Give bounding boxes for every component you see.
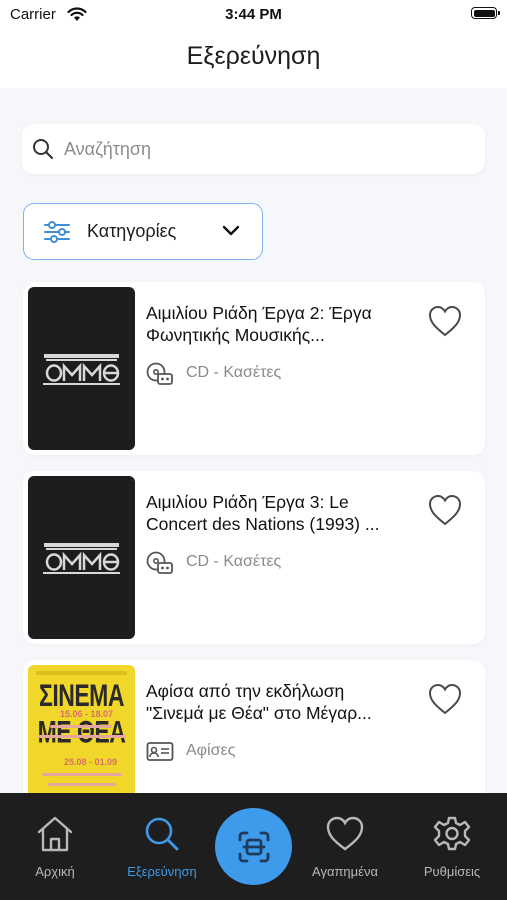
list-item[interactable]: Αιμιλίου Ριάδη Έργα 2: Έργα Φωνητικής Μο… [23,282,485,455]
tab-home[interactable]: Αρχική [5,815,105,879]
page-title: Εξερεύνηση [186,42,321,70]
item-title: Αιμιλίου Ριάδη Έργα 2: Έργα Φωνητικής Μο… [146,302,411,346]
item-title-line1: Αιμιλίου Ριάδη Έργα 2: Έργα [146,303,372,323]
item-title-line1: Αφίσα από την εκδήλωση [146,681,345,701]
search-icon [145,817,179,851]
item-title-line2: "Σινεμά με Θέα" στο Μέγαρ... [146,703,372,723]
favorite-heart-icon[interactable] [427,493,463,527]
list-item[interactable]: Αιμιλίου Ριάδη Έργα 3: Le Concert des Na… [23,471,485,644]
search-bar[interactable]: Αναζήτηση [22,124,485,174]
item-thumbnail [28,476,135,639]
categories-dropdown[interactable]: Κατηγορίες [23,203,263,260]
favorite-heart-icon[interactable] [427,304,463,338]
chevron-down-icon [222,225,240,236]
item-category: CD - Κασέτες [186,553,282,570]
tab-favorites[interactable]: Αγαπημένα [295,815,395,879]
search-icon [33,139,54,160]
cd-cassette-icon [146,362,173,385]
favorite-heart-icon[interactable] [427,682,463,716]
poster-text-line [38,735,126,738]
search-input[interactable]: Αναζήτηση [64,139,151,160]
poster-top-strip [36,671,127,675]
filter-sliders-icon [44,221,70,243]
tab-label: Αγαπημένα [312,864,378,879]
home-icon [37,816,73,852]
item-title-line1: Αιμιλίου Ριάδη Έργα 3: Le [146,492,349,512]
item-category: CD - Κασέτες [186,364,282,381]
ommth-logo [43,354,120,385]
nav-header: Εξερεύνηση [0,30,507,88]
gear-icon [433,816,471,851]
poster-date: 15.06 - 18.07 [60,709,114,719]
item-thumbnail [28,287,135,450]
tab-label: Αρχική [35,864,75,879]
tab-settings[interactable]: Ρυθμίσεις [402,815,502,879]
item-title-line2: Φωνητικής Μουσικής... [146,325,325,345]
categories-label: Κατηγορίες [87,221,177,241]
tab-explore[interactable]: Εξερεύνηση [112,815,212,879]
item-category: Αφίσες [186,742,236,759]
poster-card-icon [146,742,174,761]
scan-icon [238,831,270,863]
poster-text-line [50,725,112,728]
tab-label: Ρυθμίσεις [423,864,481,879]
poster-text-line [48,783,116,786]
status-time: 3:44 PM [225,6,282,23]
cd-cassette-icon [146,551,173,574]
status-bar: Carrier 3:44 PM [0,0,507,30]
item-title-line2: Concert des Nations (1993) ... [146,514,380,534]
scan-button[interactable] [215,808,292,885]
battery-icon [471,7,500,19]
ommth-logo [43,543,120,574]
tab-label: Εξερεύνηση [127,864,197,879]
item-title: Αιμιλίου Ριάδη Έργα 3: Le Concert des Na… [146,491,411,535]
heart-icon [326,816,364,851]
poster-date: 25.08 - 01.09 [64,757,118,767]
item-title: Αφίσα από την εκδήλωση "Σινεμά με Θέα" σ… [146,680,411,724]
poster-text-line [42,773,122,776]
